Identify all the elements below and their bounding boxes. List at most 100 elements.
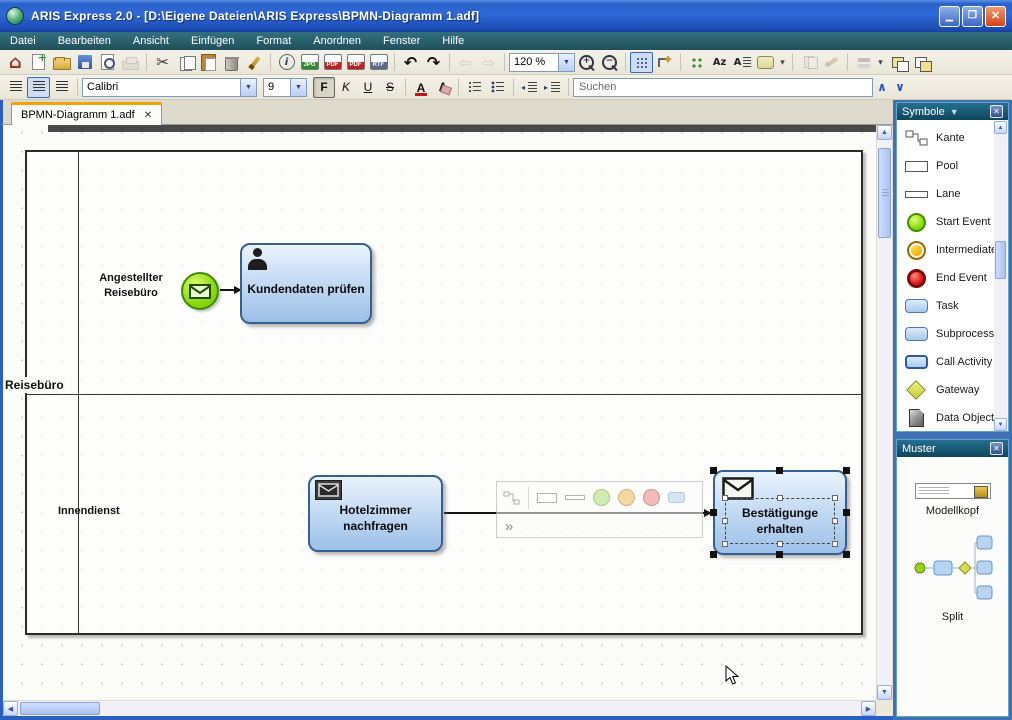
indent-icon[interactable] xyxy=(541,77,564,98)
font-size-select[interactable]: 9 xyxy=(263,77,307,97)
symbol-item-task[interactable]: Task xyxy=(903,292,994,320)
symbol-item-pool[interactable]: Pool xyxy=(903,152,994,180)
scroll-left-icon[interactable] xyxy=(3,701,18,716)
scroll-up-icon[interactable] xyxy=(994,121,1007,134)
menu-hilfe[interactable]: Hilfe xyxy=(442,35,464,47)
text-handle[interactable] xyxy=(722,518,728,524)
title-bar[interactable]: ARIS Express 2.0 - [D:\Eigene Dateien\AR… xyxy=(0,0,1012,32)
lane-divider[interactable] xyxy=(27,394,861,395)
task-hotelzimmer-nachfragen[interactable]: Hotelzimmer nachfragen xyxy=(308,475,443,552)
end-event-icon[interactable] xyxy=(643,489,660,506)
horizontal-scroll-thumb[interactable] xyxy=(20,702,100,715)
font-sort-icon[interactable]: Az xyxy=(708,52,731,73)
selection-handle[interactable] xyxy=(843,467,850,474)
font-color-button[interactable]: A xyxy=(410,77,432,98)
distribute-icon[interactable] xyxy=(685,52,708,73)
horizontal-scrollbar[interactable] xyxy=(3,700,876,716)
underline-button[interactable]: U xyxy=(357,77,379,98)
model-header-edge[interactable] xyxy=(48,125,876,132)
menu-anordnen[interactable]: Anordnen xyxy=(313,35,361,47)
symbol-item-intermediate[interactable]: Intermediate xyxy=(903,236,997,264)
pattern-split-thumbnail[interactable] xyxy=(913,531,993,605)
diagram-canvas[interactable]: Reisebüro Angestellter Reisebüro Innendi… xyxy=(3,125,876,700)
bullet-list-icon[interactable] xyxy=(486,77,509,98)
open-folder-icon[interactable] xyxy=(50,52,73,73)
symbol-item-lane[interactable]: Lane xyxy=(903,180,994,208)
vertical-scroll-thumb[interactable] xyxy=(878,148,891,238)
menu-einfuegen[interactable]: Einfügen xyxy=(191,35,234,47)
back-icon[interactable] xyxy=(454,52,477,73)
tab-close-icon[interactable]: ✕ xyxy=(144,110,152,121)
maximize-button[interactable] xyxy=(962,5,983,27)
edge-icon[interactable] xyxy=(503,491,520,505)
symbols-scrollbar[interactable] xyxy=(994,121,1007,431)
task-icon[interactable] xyxy=(668,492,685,503)
strikethrough-button[interactable]: S xyxy=(379,77,401,98)
cut-icon[interactable] xyxy=(151,52,174,73)
scroll-right-icon[interactable] xyxy=(861,701,876,716)
print-icon[interactable] xyxy=(119,52,142,73)
text-handle[interactable] xyxy=(832,495,838,501)
menu-format[interactable]: Format xyxy=(256,35,291,47)
grid-toggle-icon[interactable] xyxy=(630,51,653,73)
vertical-scrollbar[interactable] xyxy=(876,125,892,700)
zoom-in-icon[interactable] xyxy=(575,52,598,73)
layer-icon[interactable] xyxy=(852,52,875,73)
home-icon[interactable] xyxy=(4,52,27,73)
symbols-scroll-thumb[interactable] xyxy=(995,241,1006,279)
symbol-item-gateway[interactable]: Gateway xyxy=(903,376,994,404)
print-preview-icon[interactable] xyxy=(96,52,119,73)
group-icon[interactable] xyxy=(797,52,820,73)
selection-handle[interactable] xyxy=(710,508,717,516)
floating-symbol-palette[interactable] xyxy=(496,481,703,538)
lane-label-angestellter-reiseburo[interactable]: Angestellter Reisebüro xyxy=(83,271,179,301)
lane-label-innendienst[interactable]: Innendienst xyxy=(58,505,120,517)
symbol-item-call-activity[interactable]: Call Activity xyxy=(903,348,994,376)
scroll-up-icon[interactable] xyxy=(877,125,892,140)
undo-icon[interactable] xyxy=(399,52,422,73)
task-label-edit-box[interactable]: Bestätigunge erhalten xyxy=(722,495,838,547)
pattern-modellkopf-thumbnail[interactable] xyxy=(914,483,991,499)
symbol-item-subprocess[interactable]: Subprocess xyxy=(903,320,994,348)
menu-bearbeiten[interactable]: Bearbeiten xyxy=(58,35,111,47)
format-painter-icon[interactable] xyxy=(243,52,266,73)
export-pdf2-icon[interactable]: PDF xyxy=(344,52,367,73)
info-icon[interactable] xyxy=(275,52,298,73)
italic-button[interactable]: K xyxy=(335,77,357,98)
text-align-icon[interactable] xyxy=(731,52,754,73)
selection-handle[interactable] xyxy=(843,551,850,558)
text-handle[interactable] xyxy=(722,541,728,547)
delete-icon[interactable] xyxy=(220,52,243,73)
align-right-icon[interactable] xyxy=(50,77,73,98)
symbol-item-start-event[interactable]: Start Event xyxy=(903,208,994,236)
start-event-icon[interactable] xyxy=(593,489,610,506)
search-input[interactable] xyxy=(573,77,873,97)
zoom-level-select[interactable]: 120 % xyxy=(509,52,575,72)
font-family-dropdown-icon[interactable] xyxy=(240,78,256,96)
fill-color-dropdown-icon[interactable] xyxy=(777,52,788,73)
symbols-panel-header[interactable]: Symbole ▼ xyxy=(896,102,1009,120)
text-handle[interactable] xyxy=(722,495,728,501)
task-kundendaten-pruefen[interactable]: Kundendaten prüfen xyxy=(240,243,372,324)
text-handle[interactable] xyxy=(777,495,783,501)
export-pdf-icon[interactable]: PDF xyxy=(321,52,344,73)
intermediate-event-icon[interactable] xyxy=(618,489,635,506)
new-file-icon[interactable] xyxy=(27,51,50,73)
fill-color-icon[interactable] xyxy=(754,52,777,73)
numbered-list-icon[interactable] xyxy=(463,77,486,98)
start-event-node[interactable] xyxy=(181,272,219,310)
scroll-down-icon[interactable] xyxy=(877,685,892,700)
search-previous-icon[interactable]: ∧ xyxy=(873,80,891,94)
search-next-icon[interactable]: ∨ xyxy=(891,80,909,94)
clear-format-button[interactable]: A xyxy=(432,77,454,98)
pool-reiseburo[interactable] xyxy=(25,150,863,635)
symbol-item-data-object[interactable]: Data Object xyxy=(903,404,994,431)
send-back-icon[interactable] xyxy=(909,52,932,73)
forward-icon[interactable] xyxy=(477,52,500,73)
text-handle[interactable] xyxy=(832,541,838,547)
font-family-select[interactable]: Calibri xyxy=(82,77,257,97)
lane-icon[interactable] xyxy=(565,495,585,500)
zoom-dropdown-icon[interactable] xyxy=(558,53,574,71)
zoom-out-icon[interactable] xyxy=(598,52,621,73)
tab-bpmn-diagramm[interactable]: BPMN-Diagramm 1.adf ✕ xyxy=(11,102,163,125)
